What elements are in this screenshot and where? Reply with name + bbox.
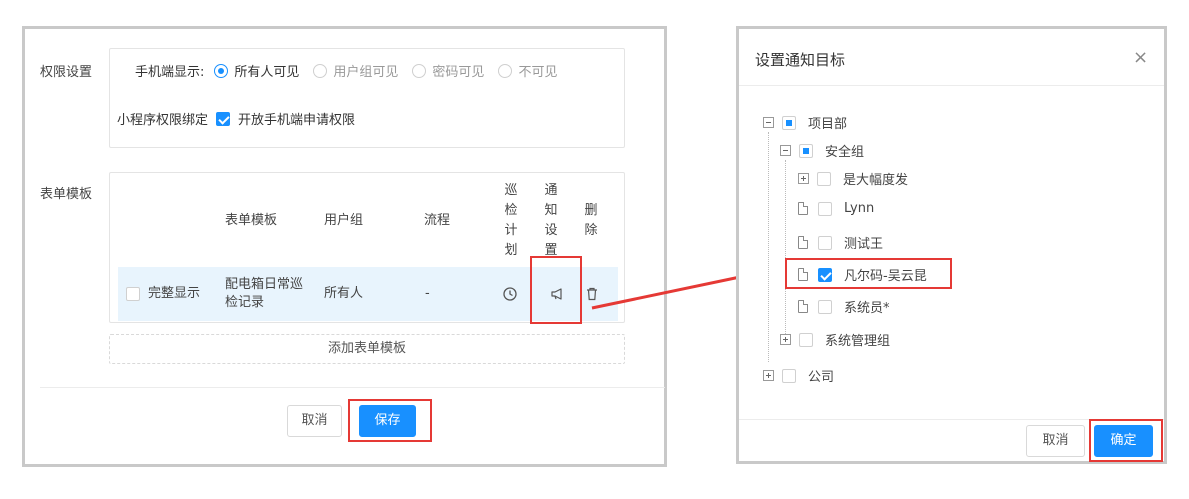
- tree-checkbox[interactable]: [818, 235, 832, 250]
- tree-node-project-dept[interactable]: 项目部: [763, 113, 847, 132]
- col-header-notify-settings: 通知设置: [544, 183, 558, 258]
- tree-checkbox[interactable]: [818, 299, 832, 314]
- miniapp-permission-label: 小程序权限绑定: [117, 113, 209, 128]
- dialog-cancel-button[interactable]: 取消: [1026, 425, 1085, 457]
- tree-node-user[interactable]: 测试王: [798, 233, 883, 252]
- radio-group-visible[interactable]: 用户组可见: [313, 61, 398, 80]
- form-settings-panel: 权限设置 手机端显示: 所有人可见 用户组可见 密码可见 不可见 小程序权限绑定…: [22, 26, 667, 467]
- row-usergroup: 所有人: [324, 286, 364, 301]
- expand-icon[interactable]: [798, 173, 809, 184]
- red-arrow-icon: [591, 269, 756, 310]
- dialog-header-divider: [739, 85, 1164, 86]
- tree-node-company[interactable]: 公司: [763, 366, 834, 385]
- col-header-patrol-plan: 巡检计划: [504, 183, 518, 258]
- collapse-icon[interactable]: [780, 145, 791, 156]
- clock-icon[interactable]: [503, 287, 517, 305]
- mobile-display-label: 手机端显示:: [135, 65, 205, 80]
- dialog-title: 设置通知目标: [755, 51, 846, 69]
- selected-user-highlight: [785, 258, 952, 289]
- radio-invisible[interactable]: 不可见: [498, 61, 557, 80]
- template-name-line2: 检记录: [225, 295, 265, 310]
- full-display-label: 完整显示: [148, 286, 201, 301]
- radio-dot[interactable]: [498, 63, 513, 78]
- radio-all-visible[interactable]: 所有人可见: [214, 61, 299, 80]
- expand-icon[interactable]: [780, 334, 791, 345]
- tree-checkbox[interactable]: [818, 201, 832, 216]
- footer-divider: [40, 387, 665, 388]
- radio-dot[interactable]: [412, 63, 427, 78]
- radio-dot[interactable]: [313, 63, 328, 78]
- save-highlight: [348, 399, 432, 442]
- col-header-delete: 删除: [584, 203, 598, 238]
- collapse-icon[interactable]: [763, 117, 774, 128]
- form-template-label: 表单模板: [40, 187, 93, 202]
- template-name-line1: 配电箱日常巡: [225, 277, 304, 292]
- notify-settings-highlight: [530, 256, 582, 324]
- confirm-highlight: [1089, 419, 1163, 462]
- tree-checkbox[interactable]: [782, 368, 796, 383]
- tree-checkbox[interactable]: [799, 332, 813, 347]
- file-icon: [798, 202, 808, 215]
- permission-box: 手机端显示: 所有人可见 用户组可见 密码可见 不可见 小程序权限绑定 开放手机…: [109, 48, 625, 148]
- tree-node-safety-group[interactable]: 安全组: [780, 141, 864, 160]
- tree-guide-line: [768, 132, 769, 362]
- col-header-flow: 流程: [424, 213, 451, 228]
- radio-password-visible[interactable]: 密码可见: [412, 61, 484, 80]
- col-header-template: 表单模板: [225, 213, 278, 228]
- tree-node-sysadmin-group[interactable]: 系统管理组: [780, 330, 890, 349]
- tree-checkbox[interactable]: [817, 171, 831, 186]
- miniapp-row: 小程序权限绑定 开放手机端申请权限: [117, 109, 355, 128]
- tree-checkbox[interactable]: [799, 143, 813, 158]
- expand-icon[interactable]: [763, 370, 774, 381]
- tree-guide-line: [785, 160, 786, 340]
- tree-checkbox[interactable]: [782, 115, 796, 130]
- open-mobile-request-checkbox[interactable]: [216, 111, 231, 126]
- permission-settings-label: 权限设置: [40, 65, 93, 80]
- tree-node-user[interactable]: 系统员*: [798, 297, 890, 316]
- open-mobile-request-label: 开放手机端申请权限: [238, 113, 356, 128]
- file-icon: [798, 300, 808, 313]
- col-header-usergroup: 用户组: [324, 213, 364, 228]
- full-display-checkbox[interactable]: [126, 287, 140, 301]
- row-flow: -: [425, 286, 430, 301]
- close-icon[interactable]: ×: [1133, 47, 1148, 68]
- tree-node-user[interactable]: Lynn: [798, 201, 874, 216]
- notify-target-dialog: 设置通知目标 × 项目部 安全组 是大幅度发 Lynn 测试王 凡尔码-吴云昆 …: [736, 26, 1167, 464]
- mobile-display-row: 手机端显示: 所有人可见 用户组可见 密码可见 不可见: [135, 61, 571, 80]
- tree-node-user[interactable]: 是大幅度发: [798, 169, 908, 188]
- file-icon: [798, 236, 808, 249]
- add-form-template-button[interactable]: 添加表单模板: [109, 334, 625, 364]
- cancel-button[interactable]: 取消: [287, 405, 342, 437]
- radio-dot[interactable]: [214, 63, 229, 78]
